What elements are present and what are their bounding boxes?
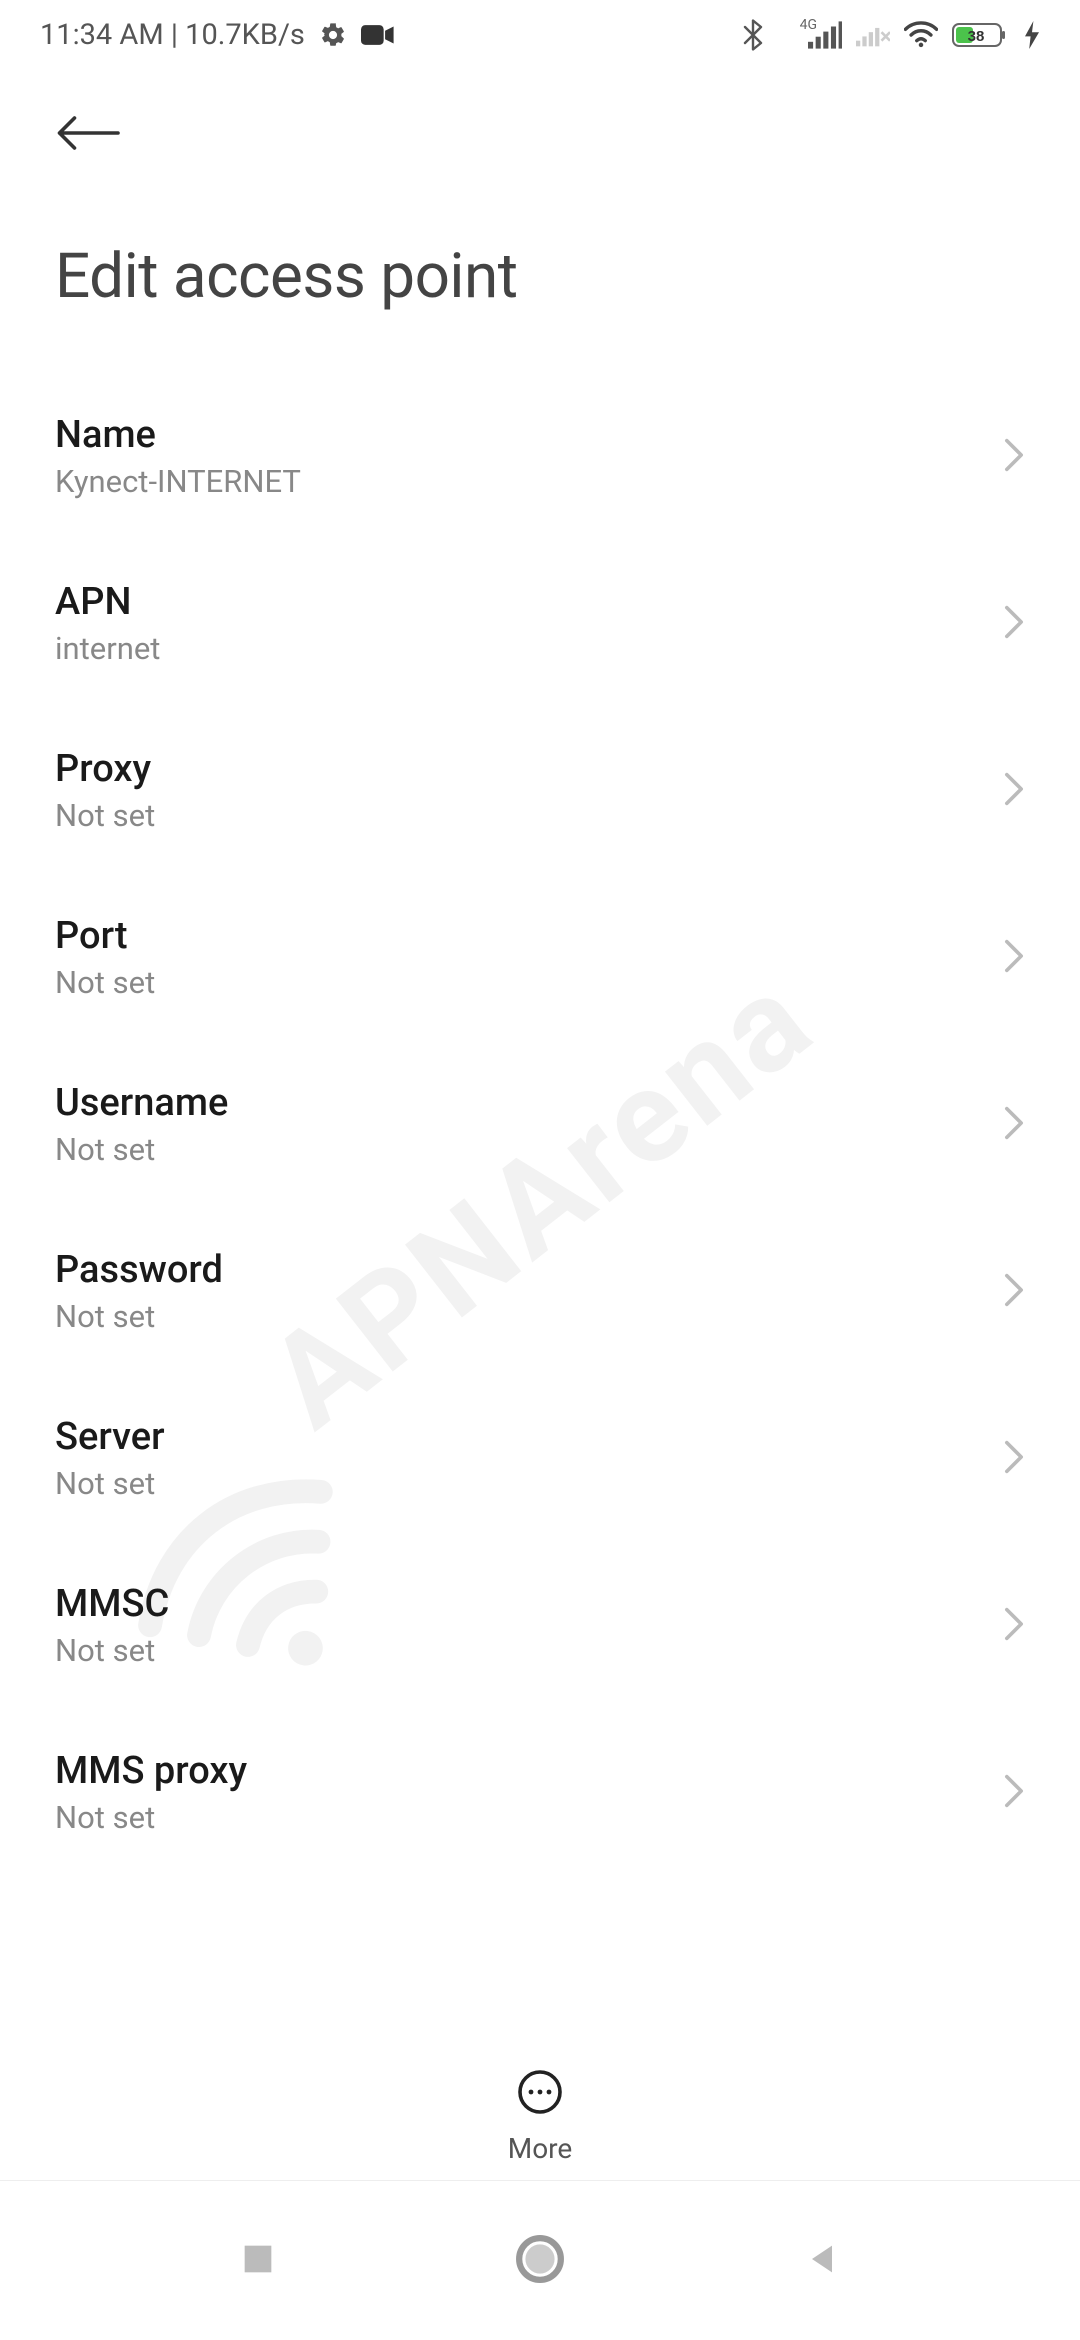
nav-home-button[interactable] xyxy=(515,2234,565,2288)
circle-icon xyxy=(515,2234,565,2284)
status-separator: | xyxy=(171,18,185,52)
back-arrow-icon xyxy=(55,110,121,156)
charging-bolt-icon xyxy=(1024,21,1040,49)
bluetooth-icon xyxy=(741,19,765,51)
more-label: More xyxy=(508,2132,573,2165)
page-title: Edit access point xyxy=(55,240,1025,313)
setting-row-mmsc[interactable]: MMSC Not set xyxy=(55,1542,1025,1709)
sim1-signal: 4G xyxy=(779,21,842,49)
settings-list: Name Kynect-INTERNET APN internet Proxy … xyxy=(0,373,1080,1876)
setting-row-server[interactable]: Server Not set xyxy=(55,1375,1025,1542)
setting-row-name[interactable]: Name Kynect-INTERNET xyxy=(55,373,1025,540)
setting-row-port[interactable]: Port Not set xyxy=(55,874,1025,1041)
wifi-icon xyxy=(904,21,938,49)
setting-label: MMS proxy xyxy=(55,1749,247,1793)
setting-label: Username xyxy=(55,1081,228,1125)
chevron-right-icon xyxy=(1003,771,1025,811)
back-button[interactable] xyxy=(55,110,121,160)
setting-value: Not set xyxy=(55,1131,228,1168)
settings-gear-icon xyxy=(319,21,347,49)
setting-label: Proxy xyxy=(55,747,155,791)
network-type-label: 4G xyxy=(800,18,817,32)
more-button[interactable]: More xyxy=(508,2068,573,2165)
setting-label: Password xyxy=(55,1248,223,1292)
chevron-right-icon xyxy=(1003,938,1025,978)
header: Edit access point xyxy=(0,70,1080,313)
setting-value: Not set xyxy=(55,964,155,1001)
setting-label: Name xyxy=(55,413,301,457)
system-nav-bar xyxy=(0,2180,1080,2340)
nav-back-button[interactable] xyxy=(802,2239,842,2283)
setting-row-password[interactable]: Password Not set xyxy=(55,1208,1025,1375)
chevron-right-icon xyxy=(1003,604,1025,644)
setting-row-apn[interactable]: APN internet xyxy=(55,540,1025,707)
setting-value: Not set xyxy=(55,1298,223,1335)
square-icon xyxy=(238,2239,278,2279)
setting-value: internet xyxy=(55,630,160,667)
battery-icon: 38 xyxy=(952,21,1010,49)
chevron-right-icon xyxy=(1003,1773,1025,1813)
setting-label: APN xyxy=(55,580,160,624)
nav-recents-button[interactable] xyxy=(238,2239,278,2283)
sim2-signal-nosim-icon xyxy=(856,21,890,49)
setting-value: Not set xyxy=(55,797,155,834)
setting-label: MMSC xyxy=(55,1582,169,1626)
video-camera-icon xyxy=(361,23,395,47)
setting-value: Not set xyxy=(55,1632,169,1669)
setting-label: Port xyxy=(55,914,155,958)
triangle-left-icon xyxy=(802,2239,842,2279)
bottom-action-bar: More xyxy=(0,2068,1080,2165)
chevron-right-icon xyxy=(1003,1272,1025,1312)
status-time-text: 11:34 AM xyxy=(40,18,164,52)
status-bar-right: 4G 38 xyxy=(741,19,1040,51)
setting-value: Kynect-INTERNET xyxy=(55,463,301,500)
status-time: 11:34 AM | 10.7KB/s xyxy=(40,18,305,52)
setting-row-mms-proxy[interactable]: MMS proxy Not set xyxy=(55,1709,1025,1876)
chevron-right-icon xyxy=(1003,437,1025,477)
status-netspeed: 10.7KB/s xyxy=(185,18,305,52)
setting-label: Server xyxy=(55,1415,165,1459)
battery-pct-text: 38 xyxy=(968,28,985,45)
setting-value: Not set xyxy=(55,1799,247,1836)
more-icon xyxy=(516,2068,564,2120)
chevron-right-icon xyxy=(1003,1105,1025,1145)
chevron-right-icon xyxy=(1003,1606,1025,1646)
setting-row-username[interactable]: Username Not set xyxy=(55,1041,1025,1208)
setting-row-proxy[interactable]: Proxy Not set xyxy=(55,707,1025,874)
setting-value: Not set xyxy=(55,1465,165,1502)
status-bar-left: 11:34 AM | 10.7KB/s xyxy=(40,18,395,52)
chevron-right-icon xyxy=(1003,1439,1025,1479)
status-bar: 11:34 AM | 10.7KB/s 4G xyxy=(0,0,1080,70)
